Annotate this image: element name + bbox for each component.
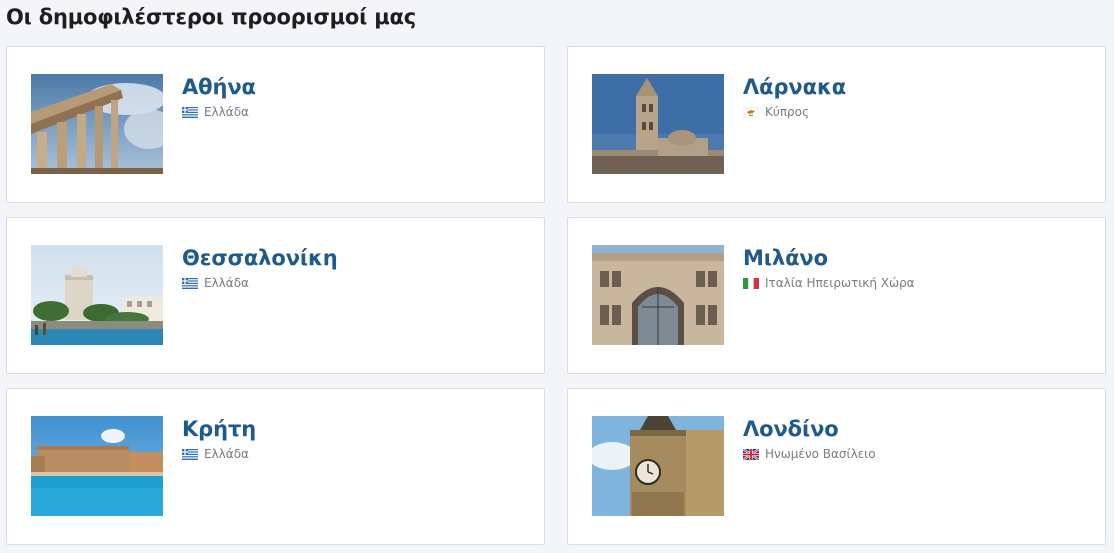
destination-photo-thessaloniki[interactable] [31,245,163,345]
destination-city-name[interactable]: Κρήτη [182,417,256,441]
destination-city-name[interactable]: Λάρνακα [743,75,846,99]
destination-card-milan[interactable]: Μιλάνο Ιταλία Ηπειρωτική Χώρα [567,217,1106,374]
section-title: Οι δημοφιλέστεροι προορισμοί μας [6,5,416,29]
destination-city-name[interactable]: Λονδίνο [743,417,839,441]
destination-card-crete[interactable]: Κρήτη Ελλάδα [6,388,545,545]
destination-country: Ελλάδα [204,447,249,461]
greece-flag-icon [182,277,198,289]
greece-flag-icon [182,106,198,118]
destination-city-name[interactable]: Μιλάνο [743,246,828,270]
destination-card-larnaca[interactable]: Λάρνακα Κύπρος [567,46,1106,203]
destination-photo-larnaca[interactable] [592,74,724,174]
destination-country: Ελλάδα [204,276,249,290]
uk-flag-icon [743,448,759,460]
destination-country: Ελλάδα [204,105,249,119]
destination-city-name[interactable]: Θεσσαλονίκη [182,246,338,270]
destination-photo-athens[interactable] [31,74,163,174]
destination-card-athens[interactable]: Αθήνα Ελλάδα [6,46,545,203]
destination-country: Ηνωμένο Βασίλειο [765,447,876,461]
greece-flag-icon [182,448,198,460]
italy-flag-icon [743,277,759,289]
destination-card-thessaloniki[interactable]: Θεσσαλονίκη Ελλάδα [6,217,545,374]
destination-country: Ιταλία Ηπειρωτική Χώρα [765,276,915,290]
destination-card-london[interactable]: Λονδίνο Ηνωμένο Βασίλειο [567,388,1106,545]
destination-photo-milan[interactable] [592,245,724,345]
destination-country: Κύπρος [765,105,810,119]
cyprus-flag-icon [743,106,759,118]
destination-city-name[interactable]: Αθήνα [182,75,256,99]
destination-photo-crete[interactable] [31,416,163,516]
destination-photo-london[interactable] [592,416,724,516]
